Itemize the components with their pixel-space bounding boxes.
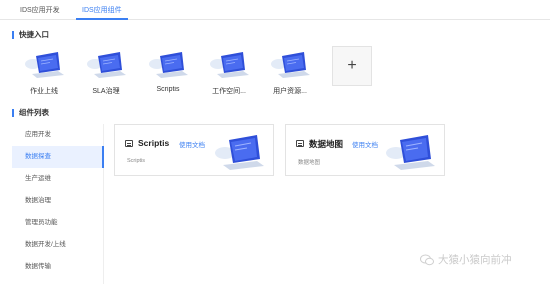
laptop-illustration-icon	[215, 135, 264, 170]
nav-item-data-governance[interactable]: 数据治理	[12, 190, 104, 212]
quick-entry-workspace[interactable]: 工作空间...	[206, 50, 252, 100]
quick-entry-label: 用户资源...	[273, 88, 307, 95]
laptop-illustration-icon	[87, 52, 126, 78]
component-card-scriptis[interactable]: Scriptis 使用文档 Scriptis	[114, 124, 274, 176]
nav-item-admin-functions[interactable]: 管理员功能	[12, 212, 104, 234]
quick-entry-sla[interactable]: SLA治理	[83, 50, 129, 100]
tab-ids-app-components[interactable]: IDS应用组件	[76, 4, 128, 20]
usage-doc-link[interactable]: 使用文档	[352, 139, 378, 149]
tab-ids-app-dev[interactable]: IDS应用开发	[20, 4, 60, 20]
quick-entry-label: 工作空间...	[212, 88, 246, 95]
laptop-illustration-icon	[25, 52, 64, 78]
nav-item-data-transfer[interactable]: 数据传输	[12, 256, 104, 278]
watermark: 大猿小猿向前冲	[420, 252, 512, 267]
nav-item-data-dev-online[interactable]: 数据开发/上线	[12, 234, 104, 256]
quick-entry-user-resources[interactable]: 用户资源...	[267, 50, 313, 100]
quick-entry-job-online[interactable]: 作业上线	[21, 50, 67, 100]
add-quick-entry-button[interactable]: +	[332, 46, 372, 86]
quick-entry-title: 快捷入口	[12, 30, 49, 40]
laptop-illustration-icon	[210, 52, 249, 78]
quick-entry-scriptis[interactable]: Scriptis	[145, 50, 191, 100]
usage-doc-link[interactable]: 使用文档	[179, 139, 205, 149]
card-title: Scriptis	[138, 138, 170, 148]
quick-entry-label: 作业上线	[30, 88, 58, 95]
nav-item-data-exploration[interactable]: 数据探查	[12, 146, 104, 168]
laptop-illustration-icon	[271, 52, 310, 78]
component-list-title: 组件列表	[12, 108, 49, 118]
card-description: Scriptis	[127, 158, 146, 164]
component-card-data-map[interactable]: 数据地图 使用文档 数据地图	[285, 124, 445, 176]
component-category-nav: 应用开发 数据探查 生产运维 数据治理 管理员功能 数据开发/上线 数据传输	[12, 124, 104, 284]
card-title: 数据地图	[309, 139, 344, 149]
quick-entry-label: SLA治理	[92, 88, 120, 95]
component-icon	[296, 140, 304, 147]
card-description: 数据地图	[298, 160, 321, 166]
nav-item-production-ops[interactable]: 生产运维	[12, 168, 104, 190]
watermark-text: 大猿小猿向前冲	[438, 254, 512, 266]
wechat-icon	[420, 254, 434, 265]
laptop-illustration-icon	[386, 135, 435, 170]
tab-bar: IDS应用开发 IDS应用组件	[0, 0, 550, 20]
quick-entry-label: Scriptis	[156, 86, 180, 93]
laptop-illustration-icon	[149, 52, 188, 78]
component-icon	[125, 140, 133, 147]
plus-icon: +	[347, 57, 357, 74]
nav-item-app-dev[interactable]: 应用开发	[12, 124, 104, 146]
